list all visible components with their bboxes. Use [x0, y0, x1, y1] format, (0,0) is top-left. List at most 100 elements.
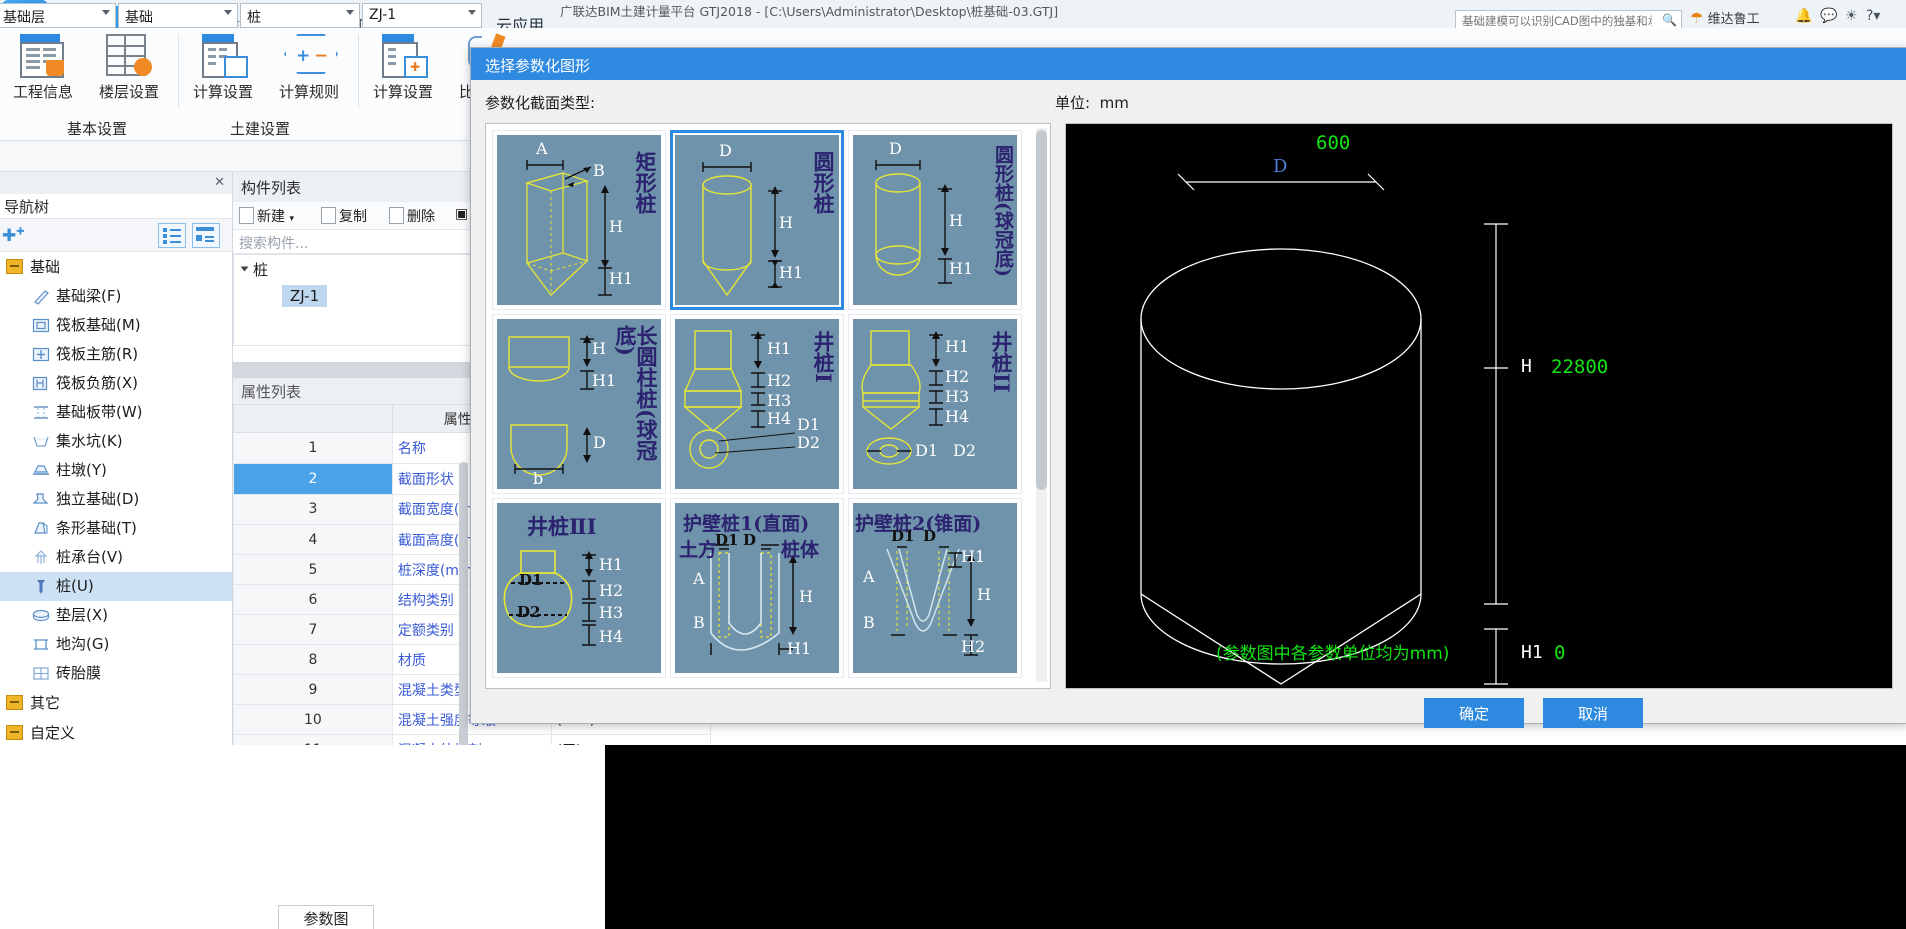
list-view-icon[interactable]: [158, 223, 186, 248]
chevron-down-icon: [224, 10, 232, 15]
sidebar-item-foundation-slab-band[interactable]: 基础板带(W): [0, 398, 232, 427]
sidebar-item-label: 集水坑(K): [56, 432, 123, 450]
tree-root-other[interactable]: 其它: [0, 688, 232, 718]
sidebar-item-label: 桩(U): [56, 577, 94, 595]
sidebar-item-raft-main-rebar[interactable]: 筏板主筋(R): [0, 340, 232, 369]
tree-root-label: 自定义: [30, 724, 76, 742]
gallery-scrollbar-thumb[interactable]: [1036, 130, 1047, 490]
shape-cell-well-pile-1[interactable]: H1 H2 H3 H4 D1 D2 井桩I: [670, 314, 844, 494]
ribbon-group-basic: 基本设置: [66, 120, 127, 138]
tree-root-label: 其它: [30, 694, 61, 712]
folder-icon: [6, 725, 23, 740]
ribbon-button-calc-settings[interactable]: 计算设置: [180, 30, 266, 102]
sidebar-item-raft-foundation[interactable]: 筏板基础(M): [0, 311, 232, 340]
question-icon[interactable]: ?▾: [1866, 8, 1880, 24]
chevron-down-icon[interactable]: ▾: [289, 214, 294, 224]
cad-canvas-strip[interactable]: [605, 745, 1906, 929]
pile-cap-icon: [32, 549, 50, 566]
sidebar-item-column-pier[interactable]: 柱墩(Y): [0, 456, 232, 485]
chat-icon[interactable]: 💬: [1820, 8, 1837, 24]
sidebar-item-trench[interactable]: 地沟(G): [0, 630, 232, 659]
component-group-pile[interactable]: 桩: [240, 259, 268, 280]
sidebar-item-cushion[interactable]: 垫层(X): [0, 601, 232, 630]
calc-rules-icon: + −: [266, 30, 352, 78]
tree-root-label: 基础: [30, 258, 61, 276]
combo-category-value: 基础: [125, 10, 153, 26]
chevron-down-icon: [468, 10, 476, 15]
close-icon[interactable]: ✕: [214, 175, 225, 190]
combo-instance[interactable]: ZJ-1: [362, 3, 482, 28]
cancel-button[interactable]: 取消: [1543, 698, 1643, 728]
new-component-button[interactable]: 新建 ▾: [239, 206, 294, 226]
ribbon-button-floor-settings[interactable]: 楼层设置: [86, 30, 172, 102]
component-list-title: 构件列表: [233, 172, 473, 202]
preview-note: (参数图中各参数单位均为mm): [1216, 644, 1450, 664]
floor-settings-icon: [86, 30, 172, 78]
sidebar-item-label: 柱墩(Y): [56, 461, 107, 479]
combo-floor-value: 基础层: [3, 10, 45, 26]
col-index: [233, 404, 393, 433]
sidebar-item-isolated-foundation[interactable]: 独立基础(D): [0, 485, 232, 514]
copy-component-button[interactable]: 复制: [321, 206, 367, 226]
detail-view-icon[interactable]: [192, 223, 220, 248]
row-index: 5: [233, 554, 393, 585]
foundation-beam-icon: [32, 288, 50, 305]
sidebar-item-brick-mold[interactable]: 砖胎膜: [0, 659, 232, 688]
ribbon-button-calc-rules[interactable]: + − 计算规则: [266, 30, 352, 102]
component-search-input[interactable]: 搜索构件...: [233, 229, 473, 254]
component-list-toolbar: 新建 ▾ 复制 删除 ▣: [233, 202, 473, 230]
calc-settings2-icon: ✚: [360, 30, 446, 78]
shape-cell-round-pile[interactable]: D H H1 圆形桩: [670, 130, 844, 310]
bell-icon[interactable]: 🔔: [1795, 8, 1812, 24]
component-item-zj1[interactable]: ZJ-1: [282, 285, 328, 307]
shape-cell-rect-pile[interactable]: A B H H1 矩形桩: [492, 130, 666, 310]
search-input[interactable]: [1460, 13, 1654, 29]
sidebar-item-raft-negative-rebar[interactable]: 筏板负筋(X): [0, 369, 232, 398]
delete-component-button[interactable]: 删除: [389, 206, 435, 226]
shape-cell-name: 长圆柱桩(球冠底): [613, 325, 659, 461]
sidebar-item-label: 独立基础(D): [56, 490, 140, 508]
sidebar-item-foundation-beam[interactable]: 基础梁(F): [0, 282, 232, 311]
lower-left-area: [0, 745, 605, 929]
shape-cell-well-pile-2[interactable]: H1 H2 H3 H4 D1 D2 井桩II: [848, 314, 1022, 494]
shape-cell-long-cylinder[interactable]: H H1 D b 长圆柱桩(球冠底): [492, 314, 666, 494]
ribbon-button-calc-settings-2[interactable]: ✚ 计算设置: [360, 30, 446, 102]
raft-foundation-icon: [32, 317, 50, 334]
delete-icon: [389, 207, 404, 224]
component-tree: 桩 ZJ-1: [233, 254, 473, 346]
strip-foundation-icon: [32, 520, 50, 537]
tree-root-foundation[interactable]: 基础: [0, 252, 232, 282]
tree-root-custom[interactable]: 自定义: [0, 718, 232, 748]
shape-preview-canvas[interactable]: 600 D H 22800 H1 0 (参数图中各参数单位均为mm): [1065, 123, 1893, 689]
ribbon-button-label: 计算规则: [278, 83, 339, 101]
row-index: 9: [233, 674, 393, 705]
combo-element[interactable]: 桩: [240, 3, 360, 28]
combo-category[interactable]: 基础: [118, 3, 238, 28]
ribbon-separator: [358, 34, 359, 108]
tab-parameter-diagram[interactable]: 参数图: [278, 905, 374, 929]
search-icon[interactable]: 🔍: [1662, 13, 1677, 27]
column-pier-icon: [32, 462, 50, 479]
add-plus-icon[interactable]: ✚✚: [2, 226, 25, 246]
cushion-icon: [32, 607, 50, 624]
ribbon-button-project-info[interactable]: 工程信息: [0, 30, 86, 102]
sidebar-item-pile[interactable]: 桩(U): [0, 572, 232, 601]
section-type-label: 参数化截面类型:: [485, 94, 596, 112]
shape-cell-well-pile-3[interactable]: 井桩ⅡI D1 D2 H1 H2 H3 H4: [492, 498, 666, 678]
sidebar-item-pile-cap[interactable]: 桩承台(V): [0, 543, 232, 572]
layer-icon[interactable]: ▣: [455, 206, 468, 222]
shape-cell-wall-pile-2[interactable]: 护壁桩2(锥面) D1 D A B H1 H H2: [848, 498, 1022, 678]
help-circle-icon[interactable]: ☀: [1845, 8, 1858, 24]
pile-body-label: 桩体: [781, 539, 820, 561]
calc-settings-icon: [180, 30, 266, 78]
sidebar-item-strip-foundation[interactable]: 条形基础(T): [0, 514, 232, 543]
row-index: 6: [233, 584, 393, 615]
shape-cell-wall-pile-1[interactable]: 护壁桩1(直面) D1 D 土方 桩体 A B H H1: [670, 498, 844, 678]
shape-cell-round-ball-base[interactable]: D H H1 圆形桩(球冠底): [848, 130, 1022, 310]
row-index: 3: [233, 493, 393, 525]
row-index: 10: [233, 704, 393, 735]
shape-gallery: A B H H1 矩形桩 D H H1 圆形桩 D H H1 圆形桩(球冠底) …: [485, 123, 1051, 689]
sidebar-item-sump-pit[interactable]: 集水坑(K): [0, 427, 232, 456]
combo-floor[interactable]: 基础层: [0, 3, 116, 28]
ok-button[interactable]: 确定: [1424, 698, 1524, 728]
